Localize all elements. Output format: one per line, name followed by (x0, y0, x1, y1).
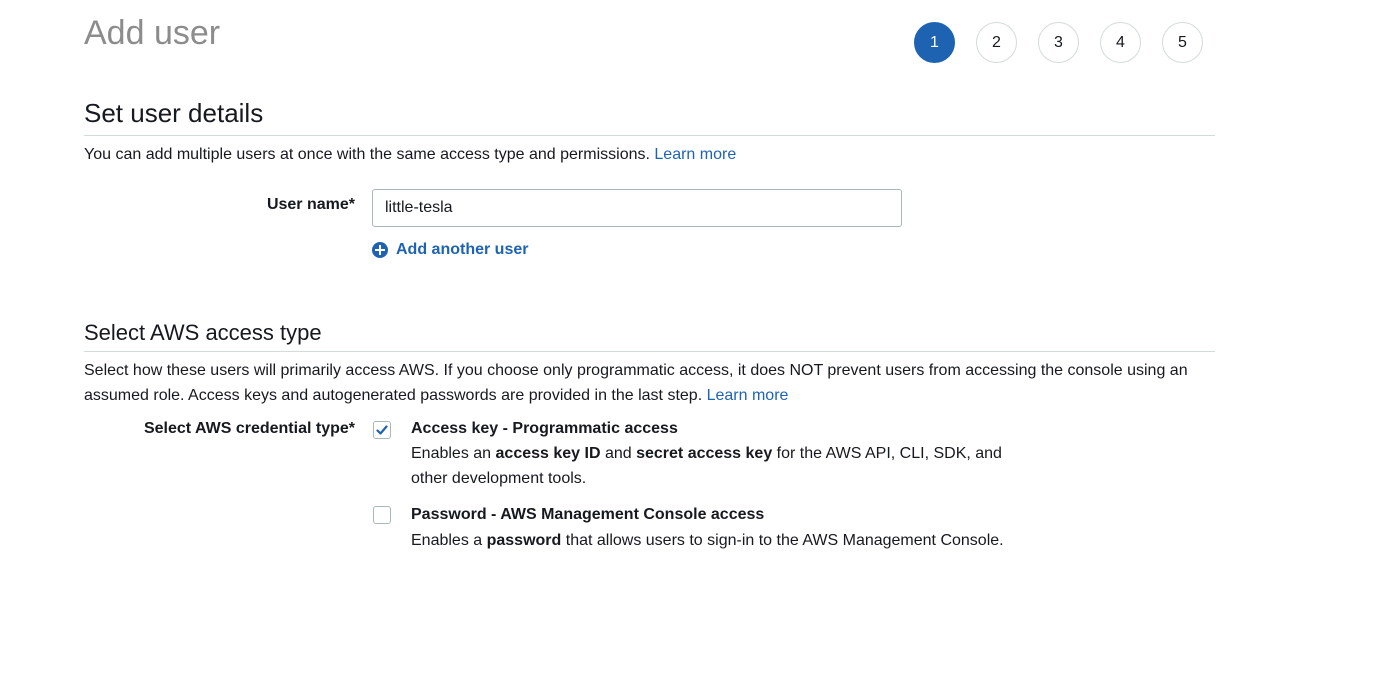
user-details-description: You can add multiple users at once with … (84, 142, 736, 167)
plus-circle-icon (372, 242, 388, 258)
access-type-heading: Select AWS access type (84, 320, 322, 345)
add-another-user-button[interactable]: Add another user (372, 241, 528, 259)
step-1[interactable]: 1 (914, 22, 955, 63)
desc-bold: password (486, 532, 562, 549)
user-details-heading: Set user details (84, 98, 264, 128)
desc-bold: secret access key (636, 445, 773, 462)
access-type-description: Select how these users will primarily ac… (84, 358, 1219, 408)
learn-more-link[interactable]: Learn more (654, 146, 736, 163)
desc-text: that allows users to sign-in to the AWS … (561, 532, 1004, 549)
add-another-user-label: Add another user (396, 241, 529, 258)
desc-text: for the AWS API, CLI, SDK, and (772, 445, 1002, 462)
step-4[interactable]: 4 (1100, 22, 1141, 63)
desc-text: Enables an (411, 445, 496, 462)
desc-text: Enables a (411, 532, 487, 549)
desc-text: other development tools. (411, 470, 587, 487)
step-3[interactable]: 3 (1038, 22, 1079, 63)
step-2[interactable]: 2 (976, 22, 1017, 63)
desc-text: and (600, 445, 637, 462)
user-name-input[interactable] (372, 189, 902, 227)
access-key-checkbox[interactable] (373, 421, 391, 439)
page-title: Add user (84, 14, 221, 52)
credential-type-label: Select AWS credential type* (143, 420, 355, 437)
description-text: You can add multiple users at once with … (84, 146, 650, 163)
access-key-option-title: Access key - Programmatic access (411, 420, 678, 437)
password-checkbox[interactable] (373, 506, 391, 524)
step-5[interactable]: 5 (1162, 22, 1203, 63)
desc-bold: access key ID (495, 445, 601, 462)
divider (84, 351, 1215, 352)
password-option-description: Enables a password that allows users to … (411, 528, 1004, 553)
divider (84, 135, 1215, 136)
learn-more-link[interactable]: Learn more (707, 387, 789, 404)
password-option-title: Password - AWS Management Console access (411, 506, 765, 523)
access-key-option-description: Enables an access key ID and secret acce… (411, 441, 1002, 491)
user-name-label: User name* (266, 196, 355, 213)
description-text: Select how these users will primarily ac… (84, 362, 1188, 404)
checkmark-icon (376, 425, 388, 435)
wizard-steps: 1 2 3 4 5 (914, 22, 1203, 63)
